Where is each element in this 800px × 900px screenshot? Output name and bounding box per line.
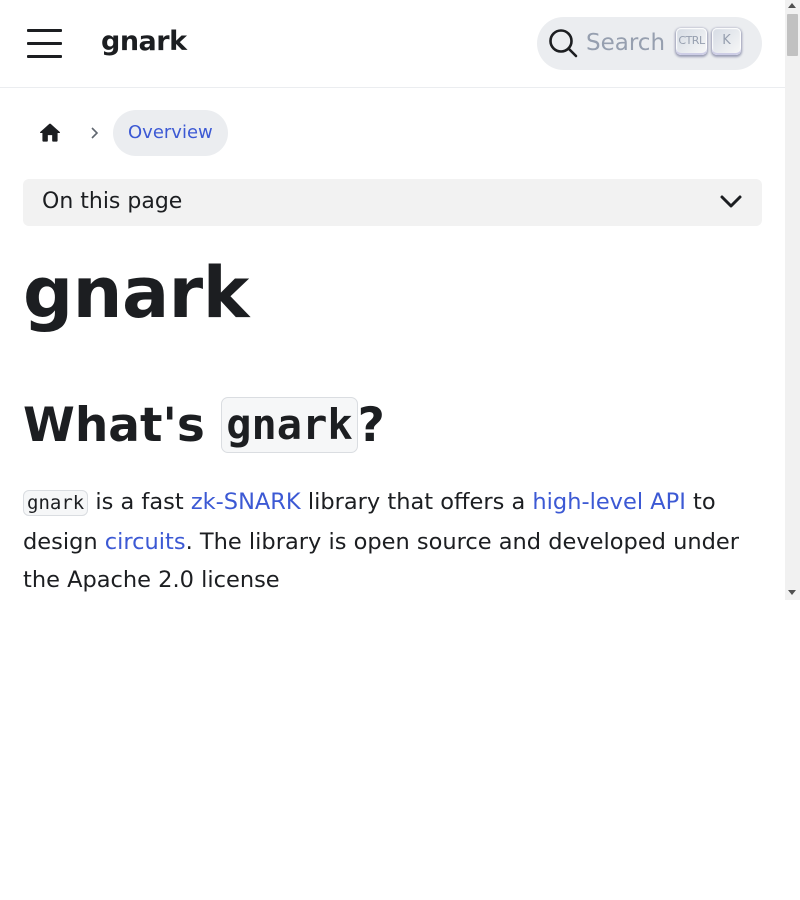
page-viewport: gnark Search CTRL K Overview On this pag… <box>0 0 785 600</box>
hamburger-menu-icon[interactable] <box>26 28 64 60</box>
vertical-scrollbar[interactable] <box>785 0 800 600</box>
menu-bar-top <box>27 29 62 32</box>
scrollbar-thumb[interactable] <box>787 14 798 56</box>
search-placeholder: Search <box>586 30 666 56</box>
home-icon[interactable] <box>37 120 63 146</box>
text-segment: is a fast <box>88 489 191 515</box>
text-segment: library that offers a <box>300 489 533 515</box>
circuits-link[interactable]: circuits <box>105 529 186 555</box>
scroll-up-arrow-icon[interactable] <box>788 3 796 8</box>
menu-bar-bottom <box>27 55 62 58</box>
section-heading: What's gnark? <box>23 396 385 456</box>
heading-prefix: What's <box>23 398 222 453</box>
heading-suffix: ? <box>357 398 385 453</box>
toc-label: On this page <box>42 189 183 214</box>
high-level-api-link[interactable]: high-level API <box>532 489 685 515</box>
search-button[interactable]: Search CTRL K <box>537 17 762 70</box>
page-title: gnark <box>23 252 249 334</box>
brand-logo-link[interactable]: gnark <box>101 26 187 57</box>
search-icon <box>549 29 578 58</box>
scroll-down-arrow-icon[interactable] <box>788 590 796 595</box>
breadcrumb-current-overview[interactable]: Overview <box>113 110 228 156</box>
on-this-page-toggle[interactable]: On this page <box>23 179 762 226</box>
chevron-down-icon <box>720 195 742 208</box>
zk-snark-link[interactable]: zk-SNARK <box>191 489 301 515</box>
chevron-right-icon <box>91 127 99 139</box>
menu-bar-middle <box>27 42 62 45</box>
inline-code: gnark <box>23 490 89 516</box>
navbar: gnark Search CTRL K <box>0 0 785 88</box>
intro-paragraph: gnark is a fast zk-SNARK library that of… <box>23 483 768 600</box>
k-key-hint: K <box>712 28 741 55</box>
heading-code: gnark <box>221 397 358 453</box>
ctrl-key-hint: CTRL <box>676 28 707 55</box>
